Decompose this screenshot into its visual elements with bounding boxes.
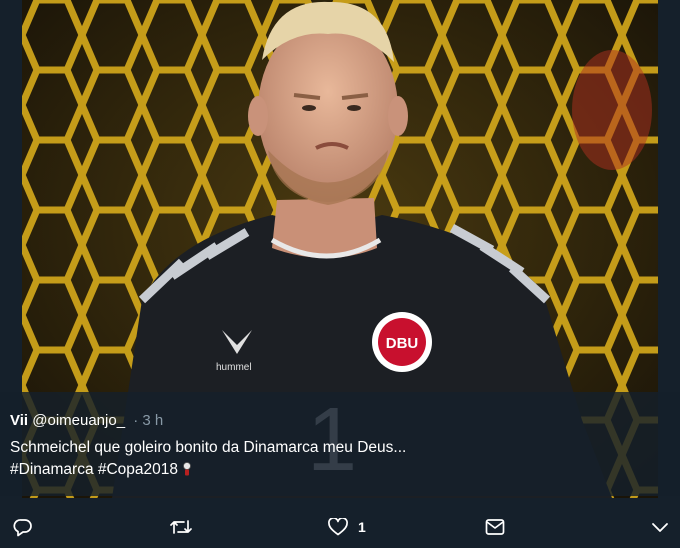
tweet-media-view: hummel DBU 1 Vii @oimeuanjo_ · 3 h Schme…: [0, 0, 680, 548]
envelope-icon: [485, 519, 505, 535]
separator-dot: ·: [133, 412, 139, 429]
hummel-logo: hummel: [216, 362, 252, 373]
chevron-down-icon: [652, 523, 668, 532]
heart-icon: [328, 518, 348, 536]
direct-message-button[interactable]: [485, 516, 505, 538]
reply-button[interactable]: [13, 516, 33, 538]
dbu-crest: DBU: [386, 335, 419, 352]
reply-icon: [13, 519, 32, 537]
user-handle[interactable]: @oimeuanjo_: [32, 412, 125, 429]
like-count: 1: [358, 519, 366, 535]
hashtag-links[interactable]: #Dinamarca #Copa2018: [10, 461, 178, 478]
tweet-actions: 1: [0, 498, 680, 548]
tweet-hashtags: #Dinamarca #Copa2018: [10, 461, 192, 479]
like-button[interactable]: 1: [328, 516, 366, 538]
retweet-button[interactable]: [170, 516, 192, 538]
tweet-header: Vii @oimeuanjo_ · 3 h: [10, 412, 163, 429]
tweet-text: Schmeichel que goleiro bonito da Dinamar…: [10, 439, 407, 456]
more-options-button[interactable]: [651, 516, 669, 538]
world-cup-emoji-icon: [183, 462, 191, 476]
display-name[interactable]: Vii: [10, 412, 28, 429]
tweet-timestamp[interactable]: 3 h: [142, 412, 163, 429]
retweet-icon: [170, 520, 192, 534]
